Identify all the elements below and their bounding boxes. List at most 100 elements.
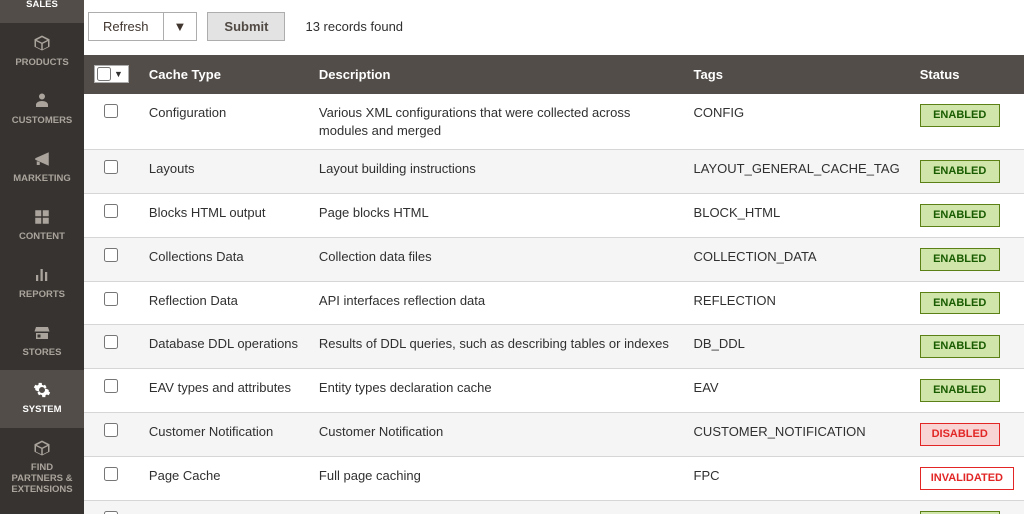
- sidebar-item-label: CUSTOMERS: [12, 116, 73, 127]
- submit-button[interactable]: Submit: [207, 12, 285, 41]
- table-row: ConfigurationVarious XML configurations …: [84, 94, 1024, 150]
- products-icon: [32, 33, 52, 53]
- sidebar-item-label: STORES: [23, 348, 62, 359]
- status-badge: ENABLED: [920, 204, 1000, 227]
- row-select-cell: [84, 369, 139, 413]
- system-icon: [32, 380, 52, 400]
- row-checkbox[interactable]: [104, 204, 118, 218]
- header-description[interactable]: Description: [309, 55, 684, 94]
- cache-table-wrap: ▼ Cache Type Description Tags Status Con…: [84, 55, 1024, 514]
- cell-tags: REFLECTION: [684, 281, 910, 325]
- cell-description: API interfaces reflection data: [309, 281, 684, 325]
- table-row: EAV types and attributesEntity types dec…: [84, 369, 1024, 413]
- cell-tags: EAV: [684, 369, 910, 413]
- cell-tags: DB_DDL: [684, 325, 910, 369]
- cell-description: Full page caching: [309, 457, 684, 501]
- sidebar-item-reports[interactable]: REPORTS: [0, 255, 84, 313]
- cell-status: ENABLED: [910, 281, 1024, 325]
- header-status[interactable]: Status: [910, 55, 1024, 94]
- cell-tags: LAYOUT_GENERAL_CACHE_TAG: [684, 150, 910, 194]
- row-checkbox[interactable]: [104, 292, 118, 306]
- sidebar-item-stores[interactable]: STORES: [0, 313, 84, 371]
- marketing-icon: [32, 149, 52, 169]
- row-checkbox[interactable]: [104, 335, 118, 349]
- status-badge: ENABLED: [920, 335, 1000, 358]
- sidebar-item-marketing[interactable]: MARKETING: [0, 139, 84, 197]
- mass-action-select: Refresh ▼: [88, 12, 197, 41]
- header-tags[interactable]: Tags: [684, 55, 910, 94]
- select-all-dropdown-toggle[interactable]: ▼: [111, 69, 126, 79]
- toolbar: Refresh ▼ Submit 13 records found: [84, 0, 1024, 55]
- table-row: Integrations ConfigurationIntegration co…: [84, 500, 1024, 514]
- partners-icon: [32, 438, 52, 458]
- mass-action-dropdown-toggle[interactable]: ▼: [164, 12, 198, 41]
- cell-tags: INTEGRATION: [684, 500, 910, 514]
- cell-tags: COLLECTION_DATA: [684, 237, 910, 281]
- table-row: Blocks HTML outputPage blocks HTMLBLOCK_…: [84, 193, 1024, 237]
- cache-table: ▼ Cache Type Description Tags Status Con…: [84, 55, 1024, 514]
- status-badge: ENABLED: [920, 104, 1000, 127]
- status-badge: ENABLED: [920, 292, 1000, 315]
- row-select-cell: [84, 150, 139, 194]
- cell-status: ENABLED: [910, 369, 1024, 413]
- stores-icon: [32, 323, 52, 343]
- table-row: Collections DataCollection data filesCOL…: [84, 237, 1024, 281]
- status-badge: ENABLED: [920, 248, 1000, 271]
- sidebar-item-products[interactable]: PRODUCTS: [0, 23, 84, 81]
- cell-cache-type: Layouts: [139, 150, 309, 194]
- cell-tags: BLOCK_HTML: [684, 193, 910, 237]
- row-select-cell: [84, 413, 139, 457]
- content-icon: [32, 207, 52, 227]
- row-select-cell: [84, 237, 139, 281]
- row-checkbox[interactable]: [104, 104, 118, 118]
- select-all-checkbox[interactable]: [97, 67, 111, 81]
- row-select-cell: [84, 281, 139, 325]
- cell-cache-type: Blocks HTML output: [139, 193, 309, 237]
- cell-status: ENABLED: [910, 325, 1024, 369]
- reports-icon: [32, 265, 52, 285]
- row-checkbox[interactable]: [104, 160, 118, 174]
- row-select-cell: [84, 325, 139, 369]
- cell-description: Customer Notification: [309, 413, 684, 457]
- row-select-cell: [84, 457, 139, 501]
- cell-cache-type: Configuration: [139, 94, 309, 150]
- status-badge: INVALIDATED: [920, 467, 1014, 490]
- cell-cache-type: Page Cache: [139, 457, 309, 501]
- table-row: LayoutsLayout building instructionsLAYOU…: [84, 150, 1024, 194]
- customers-icon: [32, 91, 52, 111]
- cell-tags: CONFIG: [684, 94, 910, 150]
- cell-description: Page blocks HTML: [309, 193, 684, 237]
- sidebar-item-label: REPORTS: [19, 290, 65, 301]
- cell-status: ENABLED: [910, 193, 1024, 237]
- cell-status: ENABLED: [910, 150, 1024, 194]
- row-select-cell: [84, 94, 139, 150]
- cell-tags: CUSTOMER_NOTIFICATION: [684, 413, 910, 457]
- cell-description: Collection data files: [309, 237, 684, 281]
- row-checkbox[interactable]: [104, 423, 118, 437]
- cell-cache-type: Collections Data: [139, 237, 309, 281]
- table-row: Page CacheFull page cachingFPC INVALIDATE…: [84, 457, 1024, 501]
- status-badge: ENABLED: [920, 160, 1000, 183]
- sidebar-item-label: PRODUCTS: [15, 58, 68, 69]
- cell-cache-type: EAV types and attributes: [139, 369, 309, 413]
- records-found: 13 records found: [305, 19, 403, 34]
- sidebar-item-content[interactable]: CONTENT: [0, 197, 84, 255]
- sidebar-item-label: FIND PARTNERS & EXTENSIONS: [4, 463, 80, 496]
- cell-status: ENABLED: [910, 500, 1024, 514]
- row-checkbox[interactable]: [104, 248, 118, 262]
- header-cache-type[interactable]: Cache Type: [139, 55, 309, 94]
- sidebar-item-system[interactable]: SYSTEM: [0, 370, 84, 428]
- cell-tags: FPC: [684, 457, 910, 501]
- row-checkbox[interactable]: [104, 467, 118, 481]
- cell-description: Results of DDL queries, such as describi…: [309, 325, 684, 369]
- cell-description: Layout building instructions: [309, 150, 684, 194]
- refresh-button[interactable]: Refresh: [88, 12, 164, 41]
- cell-description: Various XML configurations that were col…: [309, 94, 684, 150]
- cell-cache-type: Reflection Data: [139, 281, 309, 325]
- sidebar-item-customers[interactable]: CUSTOMERS: [0, 81, 84, 139]
- sidebar-item-sales[interactable]: SALES: [0, 0, 84, 23]
- cell-cache-type: Customer Notification: [139, 413, 309, 457]
- row-checkbox[interactable]: [104, 379, 118, 393]
- cell-description: Integration configuration file: [309, 500, 684, 514]
- sidebar-item-partners[interactable]: FIND PARTNERS & EXTENSIONS: [0, 428, 84, 508]
